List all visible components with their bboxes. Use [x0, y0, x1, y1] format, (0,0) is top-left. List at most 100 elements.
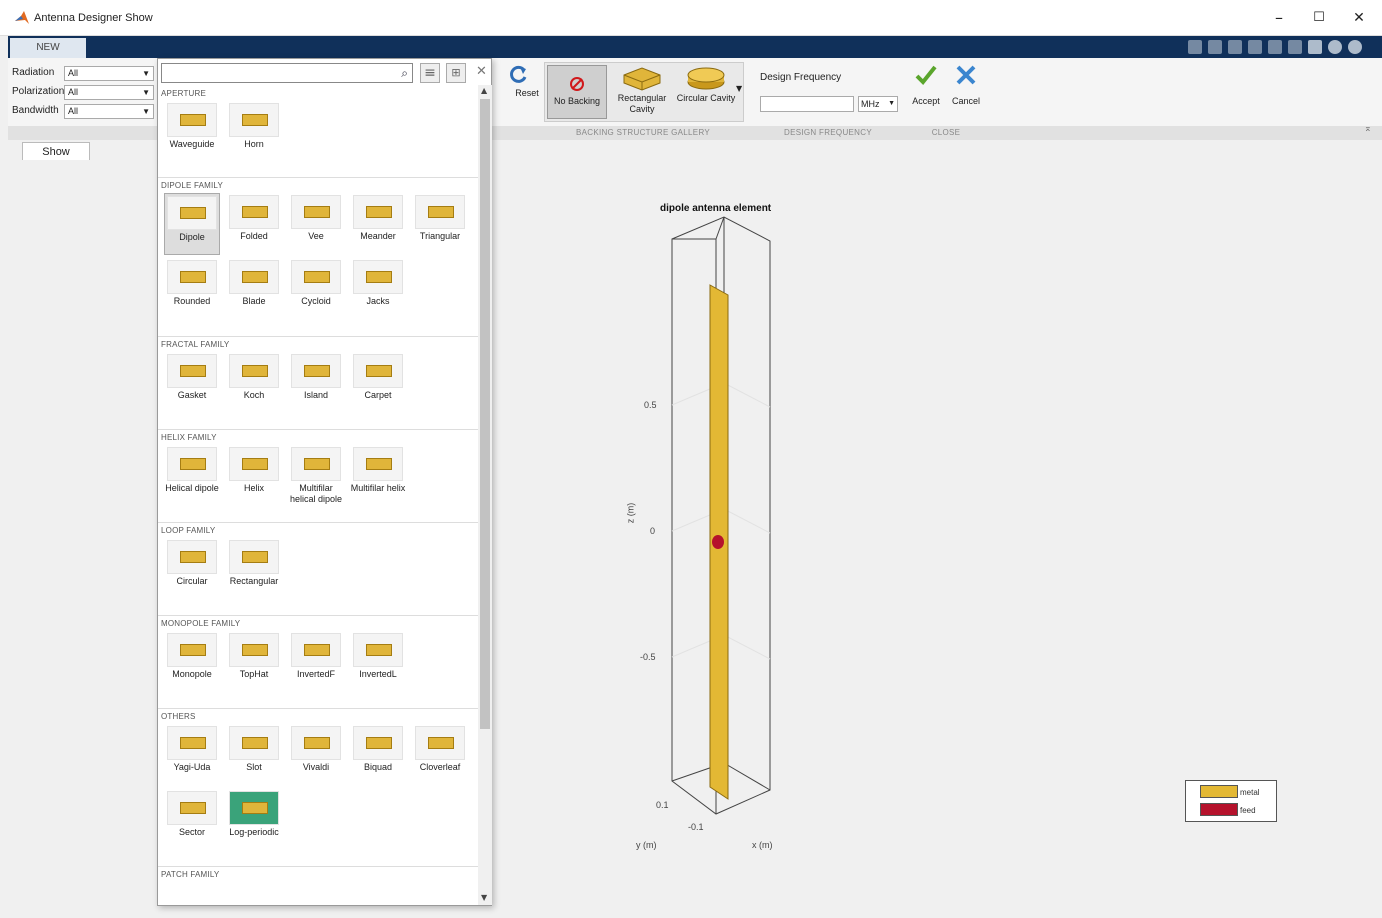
scroll-down-icon[interactable]: ▼ [481, 893, 487, 902]
gallery-item-circular[interactable]: Circular [164, 538, 220, 600]
gallery-item-vivaldi[interactable]: Vivaldi [288, 724, 344, 786]
gallery-item-label: Rectangular [229, 576, 279, 586]
accept-button[interactable]: Accept [906, 64, 946, 107]
gallery-item-log-periodic[interactable]: Log-periodic [226, 789, 282, 851]
gallery-item-yagi-uda[interactable]: Yagi-Uda [164, 724, 220, 786]
gallery-item-koch[interactable]: Koch [226, 352, 282, 414]
slot-antenna-icon [229, 726, 279, 760]
rectangular-cavity-button[interactable]: Rectangular Cavity [611, 65, 673, 115]
save-icon[interactable] [1188, 40, 1202, 54]
gallery-item-folded[interactable]: Folded [226, 193, 282, 255]
section-divider [158, 522, 478, 523]
undo-icon[interactable] [1268, 40, 1282, 54]
gallery-item-label: Dipole [179, 232, 205, 242]
gallery-item-label: Cycloid [301, 296, 331, 306]
help-icon[interactable] [1328, 40, 1342, 54]
gallery-item-helix[interactable]: Helix [226, 445, 282, 507]
gallery-item-sector[interactable]: Sector [164, 789, 220, 851]
reset-button[interactable]: Reset [496, 64, 540, 99]
bandwidth-select[interactable]: All ▼ [64, 104, 154, 119]
cancel-button[interactable]: Cancel [946, 64, 986, 107]
gallery-item-triangular[interactable]: Triangular [412, 193, 468, 255]
gallery-item-horn[interactable]: Horn [226, 101, 282, 163]
gallery-item-cycloid[interactable]: Cycloid [288, 258, 344, 320]
tab-new[interactable]: NEW [10, 38, 86, 58]
gallery-item-monopole[interactable]: Monopole [164, 631, 220, 693]
gallery-item-carpet[interactable]: Carpet [350, 352, 406, 414]
gallery-item-label: Multifilar helical dipole [289, 483, 343, 504]
cut-icon[interactable] [1208, 40, 1222, 54]
blade-antenna-icon [229, 260, 279, 294]
gallery-item-label: Meander [360, 231, 396, 241]
gallery-item-biquad[interactable]: Biquad [350, 724, 406, 786]
gallery-expand-icon[interactable]: ▼ [736, 84, 742, 93]
maximize-button[interactable]: ☐ [1302, 6, 1336, 30]
koch-antenna-icon [229, 354, 279, 388]
collapse-toolstrip-icon[interactable]: ⌅ [1364, 124, 1372, 134]
gallery-item-slot[interactable]: Slot [226, 724, 282, 786]
gallery-item-island[interactable]: Island [288, 352, 344, 414]
horn-antenna-icon [229, 103, 279, 137]
gallery-item-label: Vivaldi [302, 762, 330, 772]
gallery-item-label: Helical dipole [165, 483, 219, 493]
gallery-item-blade[interactable]: Blade [226, 258, 282, 320]
gallery-item-label: Biquad [363, 762, 393, 772]
paste-icon[interactable] [1248, 40, 1262, 54]
section-design-frequency: DESIGN FREQUENCY [784, 128, 872, 137]
gasket-antenna-icon [167, 354, 217, 388]
section-divider [158, 336, 478, 337]
frequency-input[interactable] [760, 96, 854, 112]
settings-icon[interactable] [1348, 40, 1362, 54]
copy-icon[interactable] [1228, 40, 1242, 54]
gallery-item-tophat[interactable]: TopHat [226, 631, 282, 693]
gallery-item-invertedf[interactable]: InvertedF [288, 631, 344, 693]
polarization-select[interactable]: All ▼ [64, 85, 154, 100]
carpet-antenna-icon [353, 354, 403, 388]
gallery-item-rounded[interactable]: Rounded [164, 258, 220, 320]
gallery-item-label: InvertedL [359, 669, 397, 679]
z-tick-label: 0.5 [644, 400, 657, 410]
gallery-item-jacks[interactable]: Jacks [350, 258, 406, 320]
close-window-button[interactable]: ✕ [1342, 6, 1376, 30]
gallery-item-cloverleaf[interactable]: Cloverleaf [412, 724, 468, 786]
rounded-antenna-icon [167, 260, 217, 294]
checkmark-icon [915, 65, 937, 85]
radiation-select[interactable]: All ▼ [64, 66, 154, 81]
section-divider [158, 708, 478, 709]
frequency-unit-select[interactable]: MHz ▼ [858, 96, 898, 112]
x-tick-label: -0.1 [688, 822, 704, 832]
gallery-item-label: Cloverleaf [419, 762, 461, 772]
gallery-body: APERTURE Waveguide Horn DIPOLE FAMILY Dipole… [158, 59, 478, 905]
circular-cavity-button[interactable]: Circular Cavity [675, 65, 737, 104]
gallery-item-vee[interactable]: Vee [288, 193, 344, 255]
layout-icon[interactable] [1308, 40, 1322, 54]
minimize-button[interactable]: – [1262, 6, 1296, 30]
gallery-item-invertedl[interactable]: InvertedL [350, 631, 406, 693]
gallery-item-waveguide[interactable]: Waveguide [164, 101, 220, 163]
matlab-logo-icon [15, 11, 29, 24]
folded-antenna-icon [229, 195, 279, 229]
dipole-antenna-icon [167, 196, 217, 230]
reset-label: Reset [515, 88, 539, 98]
gallery-item-multifilar-helical-dipole[interactable]: Multifilar helical dipole [288, 445, 344, 507]
gallery-item-meander[interactable]: Meander [350, 193, 406, 255]
gallery-item-rectangular[interactable]: Rectangular [226, 538, 282, 600]
gallery-item-multifilar-helix[interactable]: Multifilar helix [350, 445, 406, 507]
chevron-down-icon: ▼ [142, 69, 150, 78]
antenna-gallery-popup: ⌕ ≡ ⊞ ✕ ▲ ▼ APERTURE Waveguide Horn DIPOLE … [157, 58, 492, 906]
y-axis-label: y (m) [636, 840, 657, 850]
gallery-section-dipole-family: DIPOLE FAMILY [161, 181, 224, 190]
gallery-scroll-thumb[interactable] [480, 99, 490, 729]
gallery-section-aperture: APERTURE [161, 89, 207, 98]
no-backing-button[interactable]: No Backing [547, 65, 607, 119]
title-bar: Antenna Designer Show – ☐ ✕ [0, 0, 1382, 36]
document-tab-show[interactable]: Show [22, 142, 90, 162]
gallery-item-helical-dipole[interactable]: Helical dipole [164, 445, 220, 507]
toolstrip-tabs: NEW [8, 36, 1382, 58]
log-periodic-antenna-icon [229, 791, 279, 825]
gallery-item-dipole[interactable]: Dipole [164, 193, 220, 255]
gallery-item-gasket[interactable]: Gasket [164, 352, 220, 414]
gallery-item-label: Folded [240, 231, 268, 241]
redo-icon[interactable] [1288, 40, 1302, 54]
scroll-up-icon[interactable]: ▲ [481, 86, 487, 95]
